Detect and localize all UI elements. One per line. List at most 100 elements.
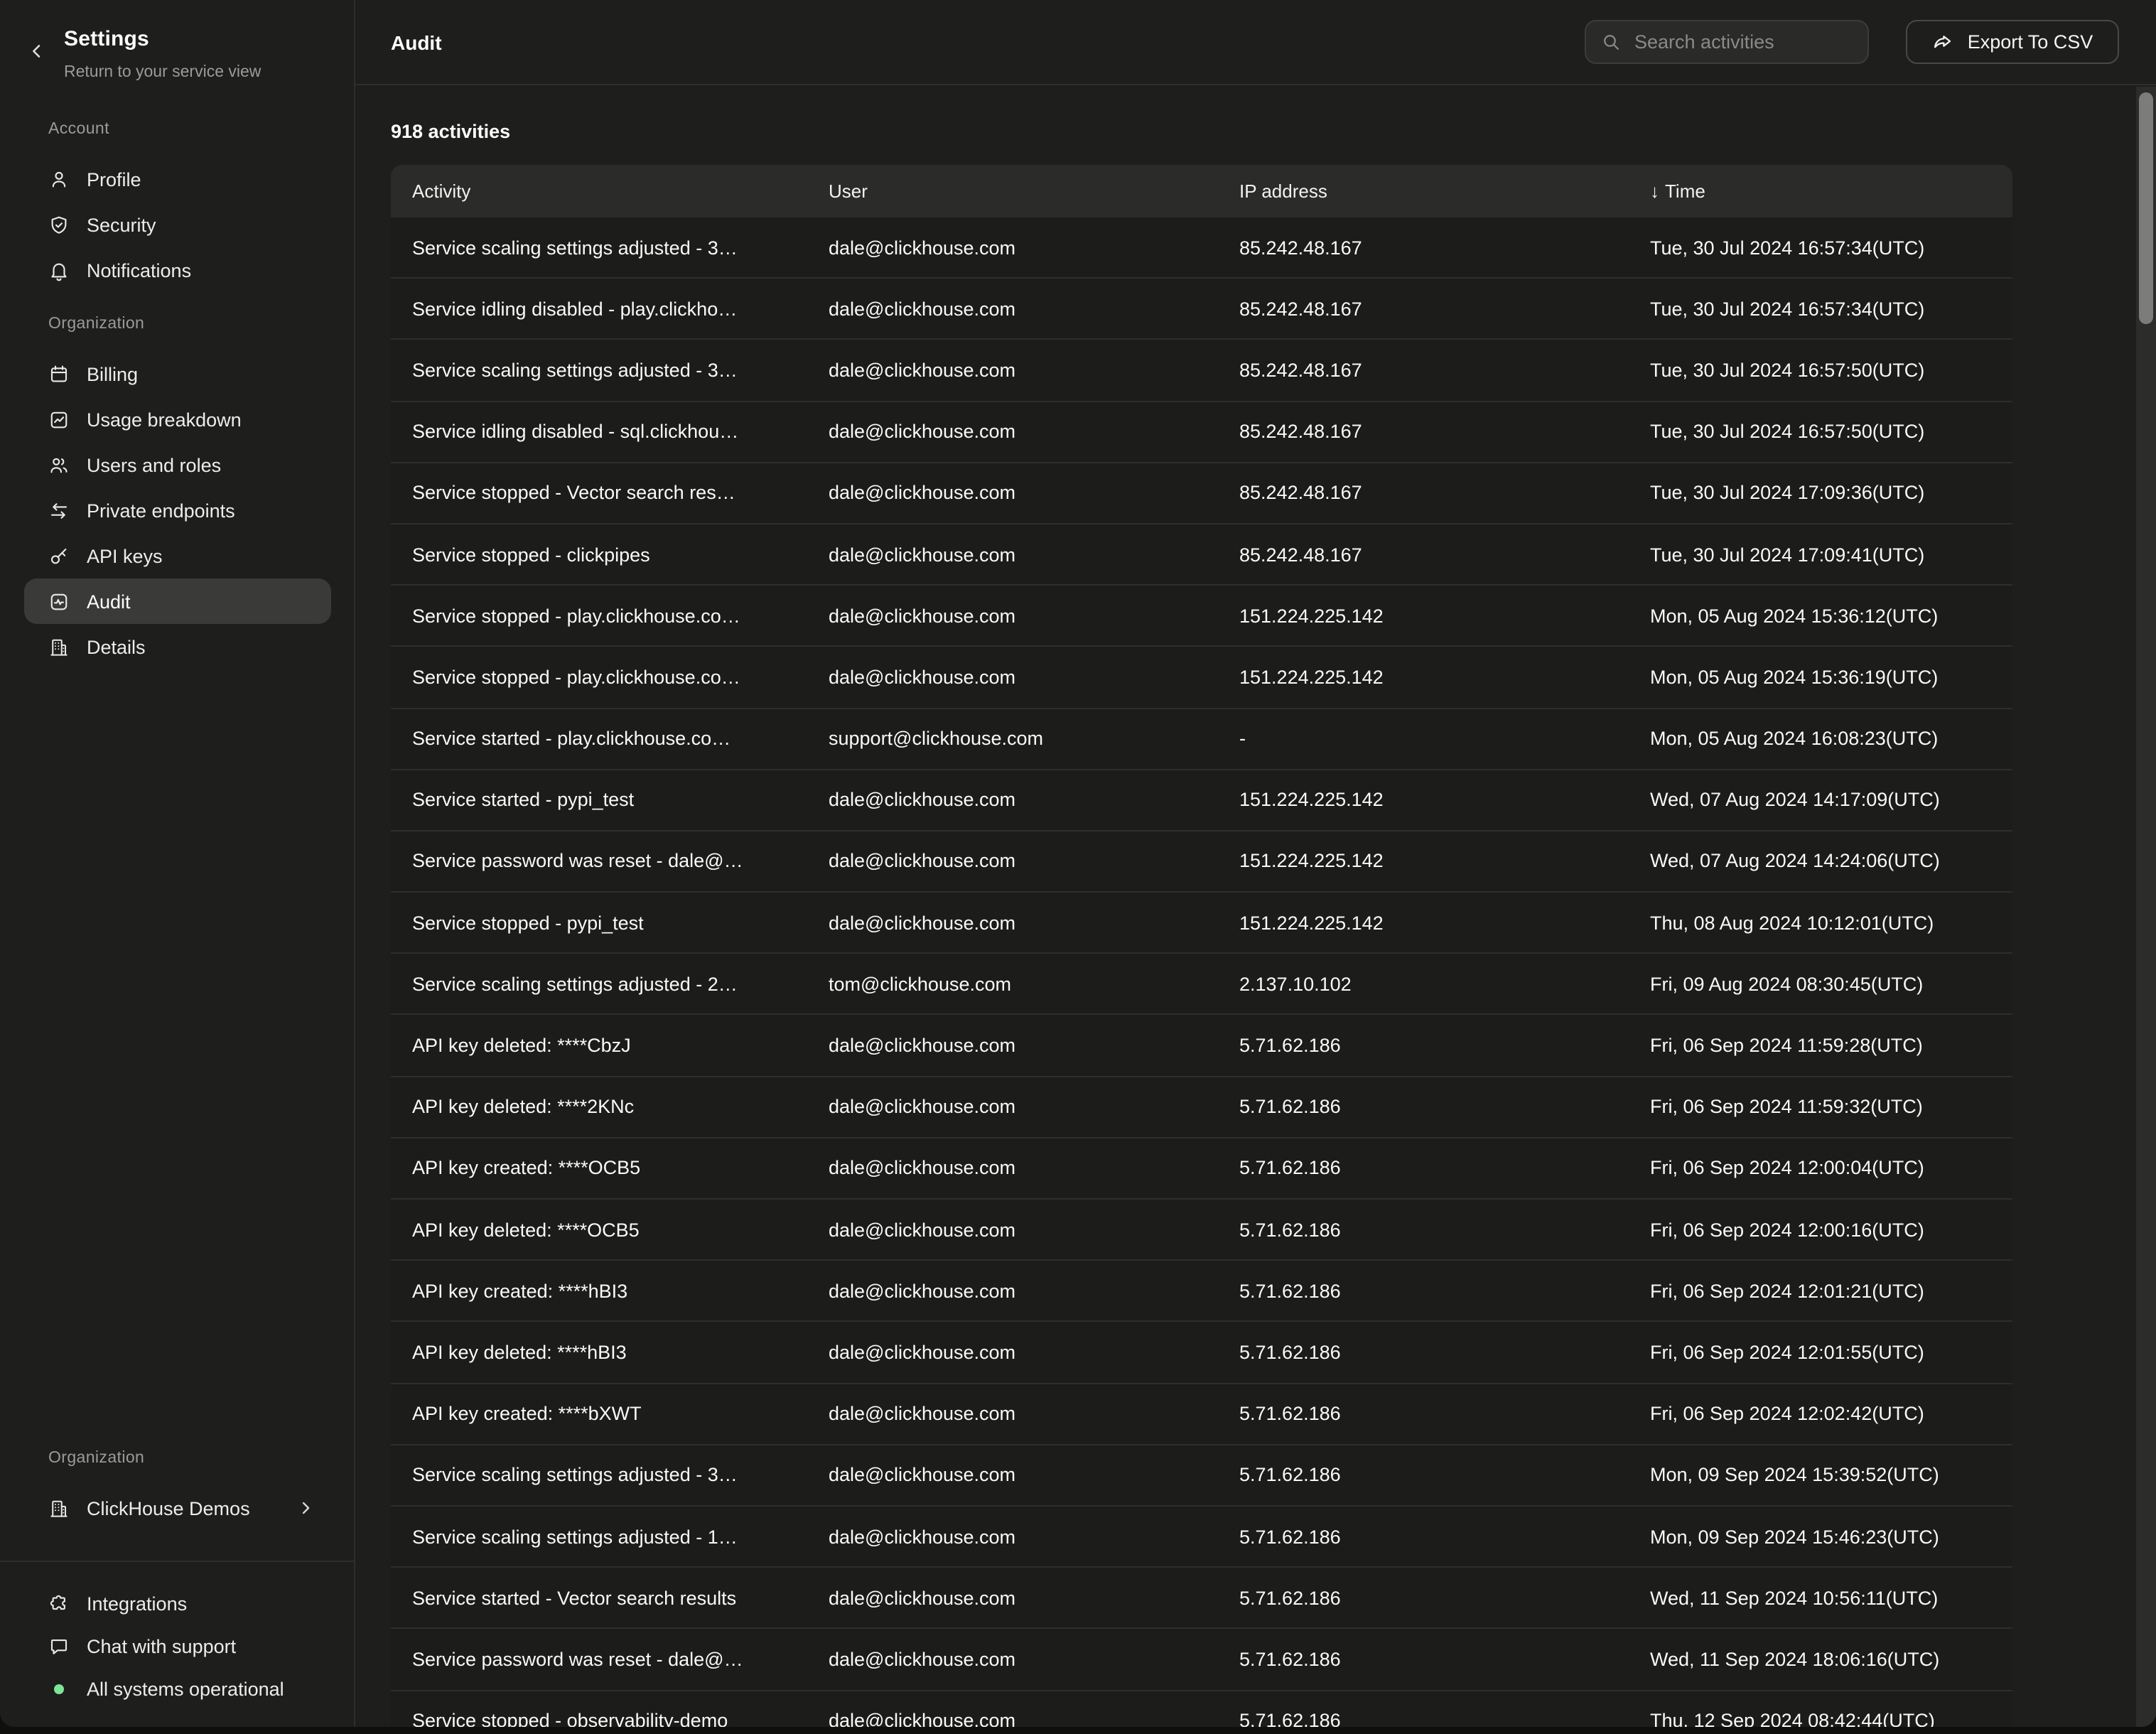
table-row[interactable]: Service password was reset - dale@… dale… bbox=[391, 1630, 2012, 1691]
cell-ip-address: 151.224.225.142 bbox=[1218, 912, 1629, 933]
column-header-user[interactable]: User bbox=[807, 181, 1218, 202]
page-title: Audit bbox=[391, 31, 442, 53]
table-row[interactable]: API key deleted: ****hBI3 dale@clickhous… bbox=[391, 1323, 2012, 1384]
table-row[interactable]: Service stopped - play.clickhouse.co… da… bbox=[391, 586, 2012, 647]
cell-time: Wed, 07 Aug 2024 14:24:06(UTC) bbox=[1629, 851, 2012, 872]
sidebar-item-chat-with-support[interactable]: Chat with support bbox=[24, 1625, 331, 1667]
table-body: Service scaling settings adjusted - 3… d… bbox=[391, 217, 2012, 1727]
cell-time: Fri, 09 Aug 2024 08:30:45(UTC) bbox=[1629, 974, 2012, 995]
sidebar-item-profile[interactable]: Profile bbox=[24, 156, 331, 202]
sidebar-item-audit[interactable]: Audit bbox=[24, 578, 331, 624]
cell-activity: API key created: ****bXWT bbox=[391, 1403, 807, 1424]
table-row[interactable]: Service scaling settings adjusted - 2… t… bbox=[391, 954, 2012, 1016]
sidebar-footer-links: Integrations Chat with support All syste… bbox=[0, 1561, 354, 1727]
sidebar-item-api-keys[interactable]: API keys bbox=[24, 533, 331, 578]
activities-count: 918 activities bbox=[391, 119, 2156, 145]
export-to-csv-button[interactable]: Export To CSV bbox=[1906, 20, 2119, 64]
audit-main-panel: Audit Export To CSV 918 activities Activ… bbox=[355, 0, 2156, 1727]
swap-arrows-icon bbox=[48, 500, 70, 521]
cell-time: Mon, 09 Sep 2024 15:46:23(UTC) bbox=[1629, 1526, 2012, 1547]
table-row[interactable]: Service idling disabled - play.clickho… … bbox=[391, 279, 2012, 340]
table-row[interactable]: Service stopped - observability-demo dal… bbox=[391, 1691, 2012, 1727]
sidebar-item-usage-breakdown[interactable]: Usage breakdown bbox=[24, 397, 331, 442]
puzzle-icon bbox=[48, 1593, 70, 1614]
table-row[interactable]: Service idling disabled - sql.clickhou… … bbox=[391, 402, 2012, 463]
audit-table: Activity User IP address ↓ Time Service … bbox=[391, 165, 2012, 1727]
section-label-account: Account bbox=[0, 121, 354, 138]
table-row[interactable]: Service scaling settings adjusted - 1… d… bbox=[391, 1507, 2012, 1568]
cell-activity: Service stopped - observability-demo bbox=[391, 1710, 807, 1727]
cell-user: dale@clickhouse.com bbox=[807, 1526, 1218, 1547]
cell-time: Mon, 09 Sep 2024 15:39:52(UTC) bbox=[1629, 1465, 2012, 1486]
cell-activity: Service started - play.clickhouse.co… bbox=[391, 728, 807, 749]
scrollbar-thumb[interactable] bbox=[2139, 92, 2153, 324]
search-input[interactable] bbox=[1585, 20, 1869, 64]
cell-time: Thu, 08 Aug 2024 10:12:01(UTC) bbox=[1629, 912, 2012, 933]
cell-time: Tue, 30 Jul 2024 16:57:34(UTC) bbox=[1629, 237, 2012, 258]
sidebar-item-notifications[interactable]: Notifications bbox=[24, 247, 331, 293]
cell-ip-address: 151.224.225.142 bbox=[1218, 790, 1629, 811]
cell-ip-address: 5.71.62.186 bbox=[1218, 1158, 1629, 1179]
table-row[interactable]: Service stopped - pypi_test dale@clickho… bbox=[391, 893, 2012, 954]
system-status-link[interactable]: All systems operational bbox=[24, 1667, 331, 1710]
sidebar-item-label: Integrations bbox=[87, 1593, 187, 1614]
cell-ip-address: 151.224.225.142 bbox=[1218, 851, 1629, 872]
column-header-time[interactable]: ↓ Time bbox=[1629, 181, 2012, 202]
sidebar-item-billing[interactable]: Billing bbox=[24, 351, 331, 397]
sidebar-item-label: Security bbox=[87, 214, 156, 235]
table-row[interactable]: API key deleted: ****2KNc dale@clickhous… bbox=[391, 1077, 2012, 1138]
cell-time: Thu, 12 Sep 2024 08:42:44(UTC) bbox=[1629, 1710, 2012, 1727]
back-button[interactable] bbox=[23, 37, 51, 65]
table-row[interactable]: Service password was reset - dale@… dale… bbox=[391, 831, 2012, 893]
activity-icon bbox=[48, 591, 70, 612]
table-row[interactable]: API key deleted: ****CbzJ dale@clickhous… bbox=[391, 1016, 2012, 1077]
table-row[interactable]: Service scaling settings adjusted - 3… d… bbox=[391, 1445, 2012, 1507]
cell-ip-address: 85.242.48.167 bbox=[1218, 421, 1629, 442]
sidebar-item-integrations[interactable]: Integrations bbox=[24, 1582, 331, 1625]
table-row[interactable]: Service stopped - play.clickhouse.co… da… bbox=[391, 647, 2012, 709]
cell-ip-address: 151.224.225.142 bbox=[1218, 605, 1629, 626]
cell-activity: Service scaling settings adjusted - 3… bbox=[391, 360, 807, 381]
column-header-ip-address[interactable]: IP address bbox=[1218, 181, 1629, 202]
cell-user: dale@clickhouse.com bbox=[807, 790, 1218, 811]
sidebar-item-label: Private endpoints bbox=[87, 500, 235, 521]
sidebar-item-private-endpoints[interactable]: Private endpoints bbox=[24, 488, 331, 533]
sidebar-item-label: Details bbox=[87, 636, 146, 657]
cell-ip-address: 151.224.225.142 bbox=[1218, 667, 1629, 688]
cell-time: Wed, 11 Sep 2024 10:56:11(UTC) bbox=[1629, 1587, 2012, 1608]
cell-time: Mon, 05 Aug 2024 15:36:19(UTC) bbox=[1629, 667, 2012, 688]
cell-activity: Service stopped - Vector search res… bbox=[391, 483, 807, 504]
table-row[interactable]: Service scaling settings adjusted - 3… d… bbox=[391, 217, 2012, 279]
sidebar-item-details[interactable]: Details bbox=[24, 624, 331, 669]
table-row[interactable]: Service scaling settings adjusted - 3… d… bbox=[391, 340, 2012, 402]
cell-user: dale@clickhouse.com bbox=[807, 605, 1218, 626]
key-icon bbox=[48, 545, 70, 566]
table-row[interactable]: API key created: ****OCB5 dale@clickhous… bbox=[391, 1138, 2012, 1200]
sidebar-item-clickhouse-demos[interactable]: ClickHouse Demos bbox=[24, 1485, 331, 1531]
cell-ip-address: 85.242.48.167 bbox=[1218, 544, 1629, 565]
sidebar-header: Settings Return to your service view bbox=[0, 0, 354, 82]
sidebar-item-label: Users and roles bbox=[87, 454, 221, 475]
audit-content: 918 activities Activity User IP address … bbox=[355, 119, 2156, 1727]
sidebar-item-label: Usage breakdown bbox=[87, 409, 242, 430]
column-header-activity[interactable]: Activity bbox=[391, 181, 807, 202]
cell-activity: Service password was reset - dale@… bbox=[391, 1649, 807, 1670]
cell-ip-address: - bbox=[1218, 728, 1629, 749]
sidebar-subtitle: Return to your service view bbox=[64, 63, 261, 82]
table-row[interactable]: Service stopped - clickpipes dale@clickh… bbox=[391, 524, 2012, 586]
cell-time: Mon, 05 Aug 2024 16:08:23(UTC) bbox=[1629, 728, 2012, 749]
vertical-scrollbar[interactable] bbox=[2136, 87, 2156, 1727]
export-arrow-icon bbox=[1932, 31, 1955, 53]
table-row[interactable]: API key created: ****hBI3 dale@clickhous… bbox=[391, 1261, 2012, 1322]
sidebar-item-security[interactable]: Security bbox=[24, 202, 331, 247]
table-row[interactable]: Service started - pypi_test dale@clickho… bbox=[391, 770, 2012, 831]
table-row[interactable]: Service started - play.clickhouse.co… su… bbox=[391, 709, 2012, 770]
table-row[interactable]: Service started - Vector search results … bbox=[391, 1568, 2012, 1629]
cell-time: Tue, 30 Jul 2024 16:57:50(UTC) bbox=[1629, 360, 2012, 381]
cell-activity: API key deleted: ****OCB5 bbox=[391, 1219, 807, 1240]
table-row[interactable]: Service stopped - Vector search res… dal… bbox=[391, 463, 2012, 524]
table-row[interactable]: API key deleted: ****OCB5 dale@clickhous… bbox=[391, 1200, 2012, 1261]
cell-user: dale@clickhouse.com bbox=[807, 298, 1218, 320]
sidebar-item-users-and-roles[interactable]: Users and roles bbox=[24, 442, 331, 488]
table-row[interactable]: API key created: ****bXWT dale@clickhous… bbox=[391, 1384, 2012, 1445]
